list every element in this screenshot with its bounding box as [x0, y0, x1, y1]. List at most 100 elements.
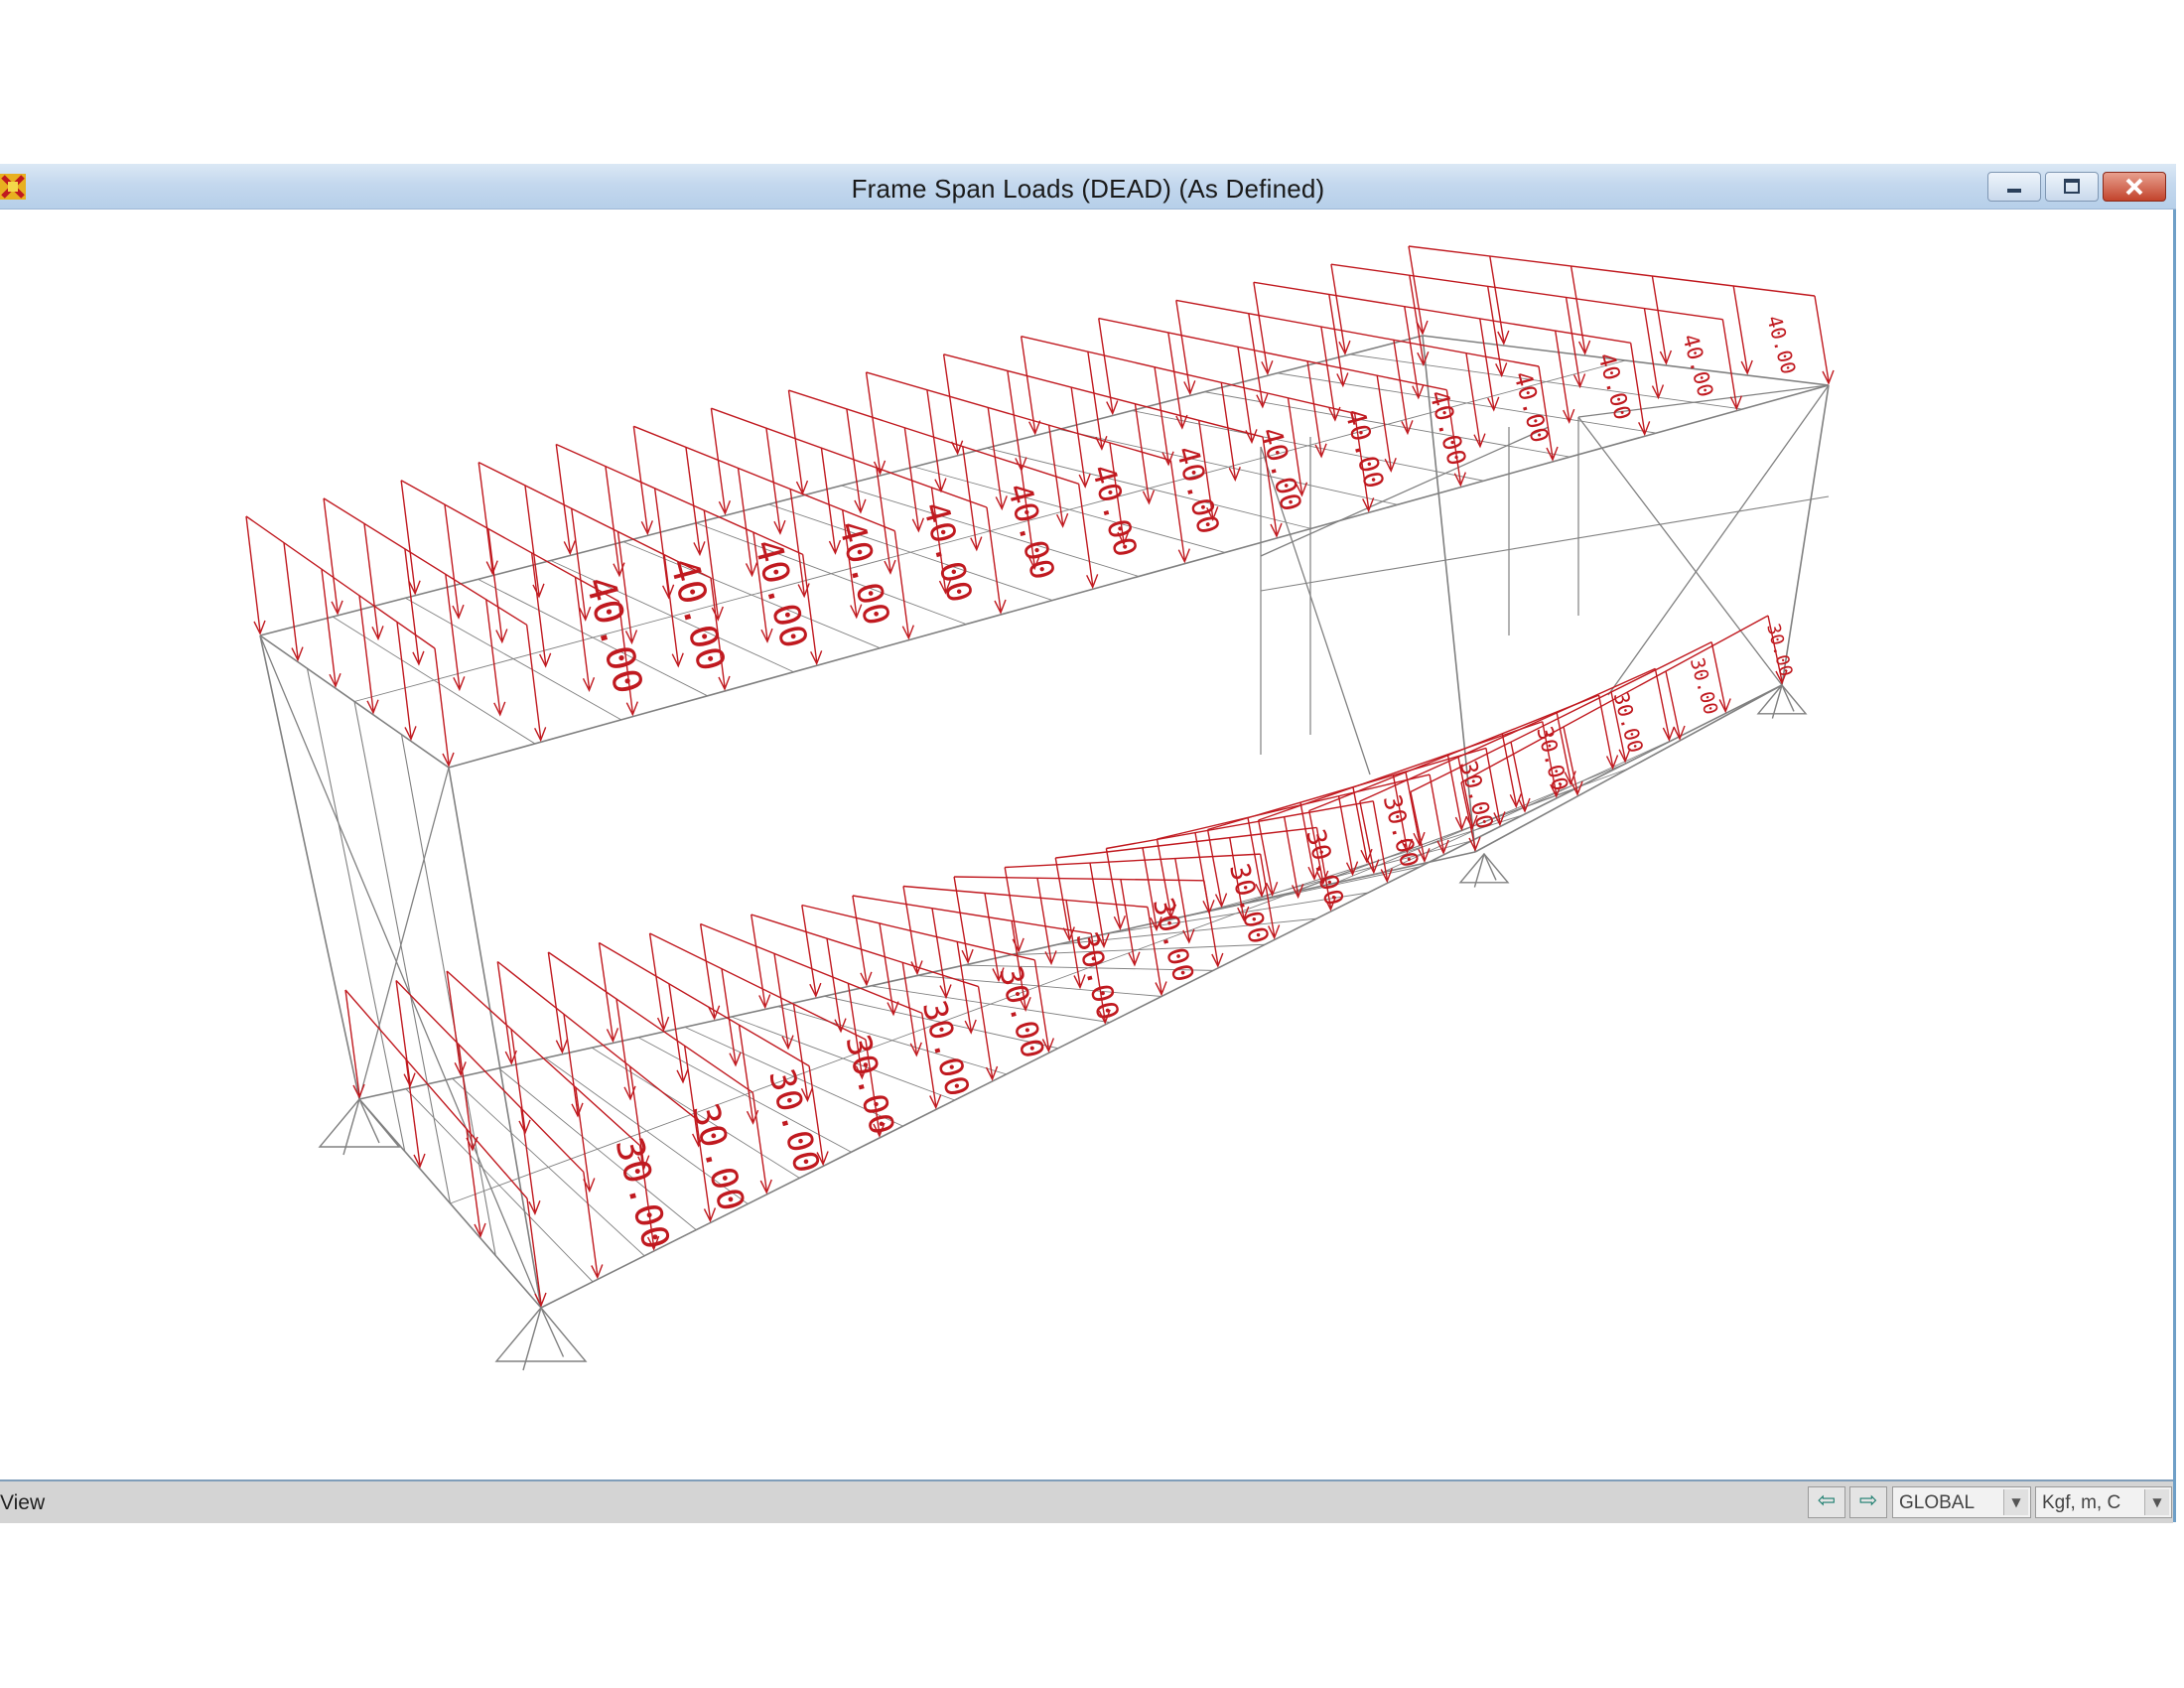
- floor-load-arrow: [446, 970, 462, 1073]
- floor-load-load-chord: [801, 904, 1035, 961]
- frame-member: [1260, 495, 1830, 592]
- units-dropdown[interactable]: Kgf, m, C ▼: [2035, 1486, 2172, 1518]
- roof-load-arrow: [926, 389, 942, 490]
- roof-load-arrow: [1651, 275, 1668, 362]
- floor-load-value: 30.00: [1299, 826, 1348, 909]
- roof-load-load-chord: [555, 443, 803, 555]
- chevron-down-icon[interactable]: ▼: [2144, 1489, 2169, 1515]
- roof-load-arrow: [962, 446, 978, 548]
- floor-load-value: 30.00: [607, 1133, 678, 1254]
- maximize-button[interactable]: [2045, 172, 2099, 202]
- floor-load-load-chord: [852, 895, 1092, 934]
- floor-load-load-chord: [599, 941, 810, 1067]
- chevron-down-icon[interactable]: ▼: [2003, 1489, 2028, 1515]
- roof-load-value: 40.00: [1677, 332, 1717, 400]
- floor-load-load-chord: [954, 876, 1204, 882]
- floor-load-value: 30.00: [1609, 689, 1648, 755]
- roof-load-arrow: [478, 462, 493, 572]
- frame-member: [1781, 384, 1830, 686]
- roof-load-arrow: [444, 504, 460, 617]
- floor-load-arrow: [405, 1058, 421, 1166]
- roof-load-arrow: [363, 523, 379, 637]
- roof-load-arrow: [1306, 360, 1322, 455]
- roof-load-arrow: [321, 569, 337, 685]
- roof-load-load-chord: [1330, 263, 1723, 321]
- frame-member: [448, 767, 542, 1309]
- roof-load-value: 40.00: [1423, 387, 1471, 470]
- floor-load-load-chord: [649, 932, 867, 1041]
- roof-load-arrow: [445, 574, 461, 688]
- roof-load-load-chord: [943, 353, 1264, 438]
- frame-brace: [1607, 384, 1830, 696]
- roof-load-arrow: [1167, 332, 1183, 427]
- roof-load-arrow: [530, 552, 547, 664]
- floor-load-value: 30.00: [1147, 894, 1201, 985]
- status-bar: View ⇦ ⇨ GLOBAL ▼ Kgf, m, C ▼: [0, 1479, 2173, 1523]
- units-value: Kgf, m, C: [2042, 1492, 2121, 1513]
- roof-load-arrow: [986, 506, 1002, 612]
- roof-load-arrow: [1487, 286, 1503, 374]
- roof-load-value: 40.00: [1168, 443, 1225, 538]
- floor-load-load-chord: [902, 885, 1149, 909]
- roof-load-arrow: [485, 599, 501, 713]
- frame-model-drawing[interactable]: 40.00 40.00 40.00 40.00 40.00 40.00 40.00 40.00…: [0, 211, 2173, 1485]
- roof-load-load-chord: [1175, 299, 1540, 367]
- floor-load-arrow: [598, 942, 614, 1040]
- coordinate-system-dropdown[interactable]: GLOBAL ▼: [1892, 1486, 2031, 1518]
- roof-load-arrow: [1489, 255, 1505, 343]
- roof-load-arrow: [1629, 343, 1646, 433]
- floor-load-value: 30.00: [684, 1099, 753, 1216]
- floor-load-arrow: [395, 980, 411, 1084]
- floor-load-arrow: [738, 1025, 754, 1122]
- floor-load-arrow: [1194, 832, 1210, 912]
- pin-support-icon: [1458, 852, 1510, 888]
- pin-support-icon: [494, 1306, 588, 1371]
- floor-load-arrow: [648, 932, 665, 1029]
- roof-load-arrow: [396, 622, 412, 738]
- window-title: Frame Span Loads (DEAD) (As Defined): [851, 174, 1325, 204]
- next-view-button[interactable]: ⇨: [1849, 1486, 1887, 1518]
- floor-load-arrow: [668, 983, 684, 1080]
- roof-load-arrow: [1465, 352, 1481, 445]
- floor-load-arrow: [1337, 795, 1354, 873]
- roof-load-arrow: [942, 353, 959, 452]
- floor-load-load-chord: [1359, 667, 1656, 802]
- roof-load-value: 40.00: [1508, 368, 1555, 446]
- roof-load-load-chord: [1098, 317, 1447, 391]
- floor-load-arrow: [977, 986, 994, 1078]
- arrow-right-icon: ⇨: [1858, 1488, 1878, 1513]
- title-bar[interactable]: Frame Span Loads (DEAD) (As Defined): [0, 164, 2176, 210]
- minimize-icon: [2007, 189, 2021, 193]
- frame-brace: [1577, 416, 1783, 686]
- floor-load-arrow: [563, 1014, 579, 1114]
- roof-load-arrow: [555, 444, 571, 552]
- floor-load-arrow: [1054, 857, 1070, 938]
- roof-load-arrow: [893, 530, 910, 636]
- roof-load-arrow: [846, 408, 862, 511]
- roof-load-value: 40.00: [1254, 424, 1308, 515]
- pin-support-icon: [318, 1097, 401, 1156]
- minimize-button[interactable]: [1987, 172, 2041, 202]
- floor-load-arrow: [826, 938, 842, 1030]
- close-button[interactable]: [2103, 172, 2166, 202]
- floor-load-value: 30.00: [915, 997, 977, 1101]
- roof-load-value: 40.00: [1338, 405, 1389, 492]
- roof-load-arrow: [525, 625, 542, 739]
- roof-load-value: 40.00: [914, 497, 979, 607]
- floor-load-arrow: [526, 1197, 542, 1305]
- roof-load-arrow: [323, 497, 339, 612]
- roof-load-arrow: [487, 528, 503, 640]
- floor-load-arrow: [496, 961, 512, 1062]
- roof-load-arrow: [1237, 347, 1253, 441]
- model-3d-view[interactable]: 40.00 40.00 40.00 40.00 40.00 40.00 40.00 40.00…: [0, 211, 2173, 1485]
- previous-view-button[interactable]: ⇦: [1808, 1486, 1845, 1518]
- coordinate-system-value: GLOBAL: [1899, 1492, 1976, 1513]
- roof-load-arrow: [1087, 352, 1103, 448]
- floor-load-arrow: [1004, 867, 1020, 949]
- roof-load-load-chord: [1253, 281, 1631, 345]
- roof-load-arrow: [1479, 318, 1495, 409]
- roof-load-arrow: [1098, 318, 1114, 412]
- roof-load-arrow: [524, 485, 540, 595]
- roof-load-arrow: [283, 542, 299, 658]
- floor-load-arrow: [1105, 848, 1122, 927]
